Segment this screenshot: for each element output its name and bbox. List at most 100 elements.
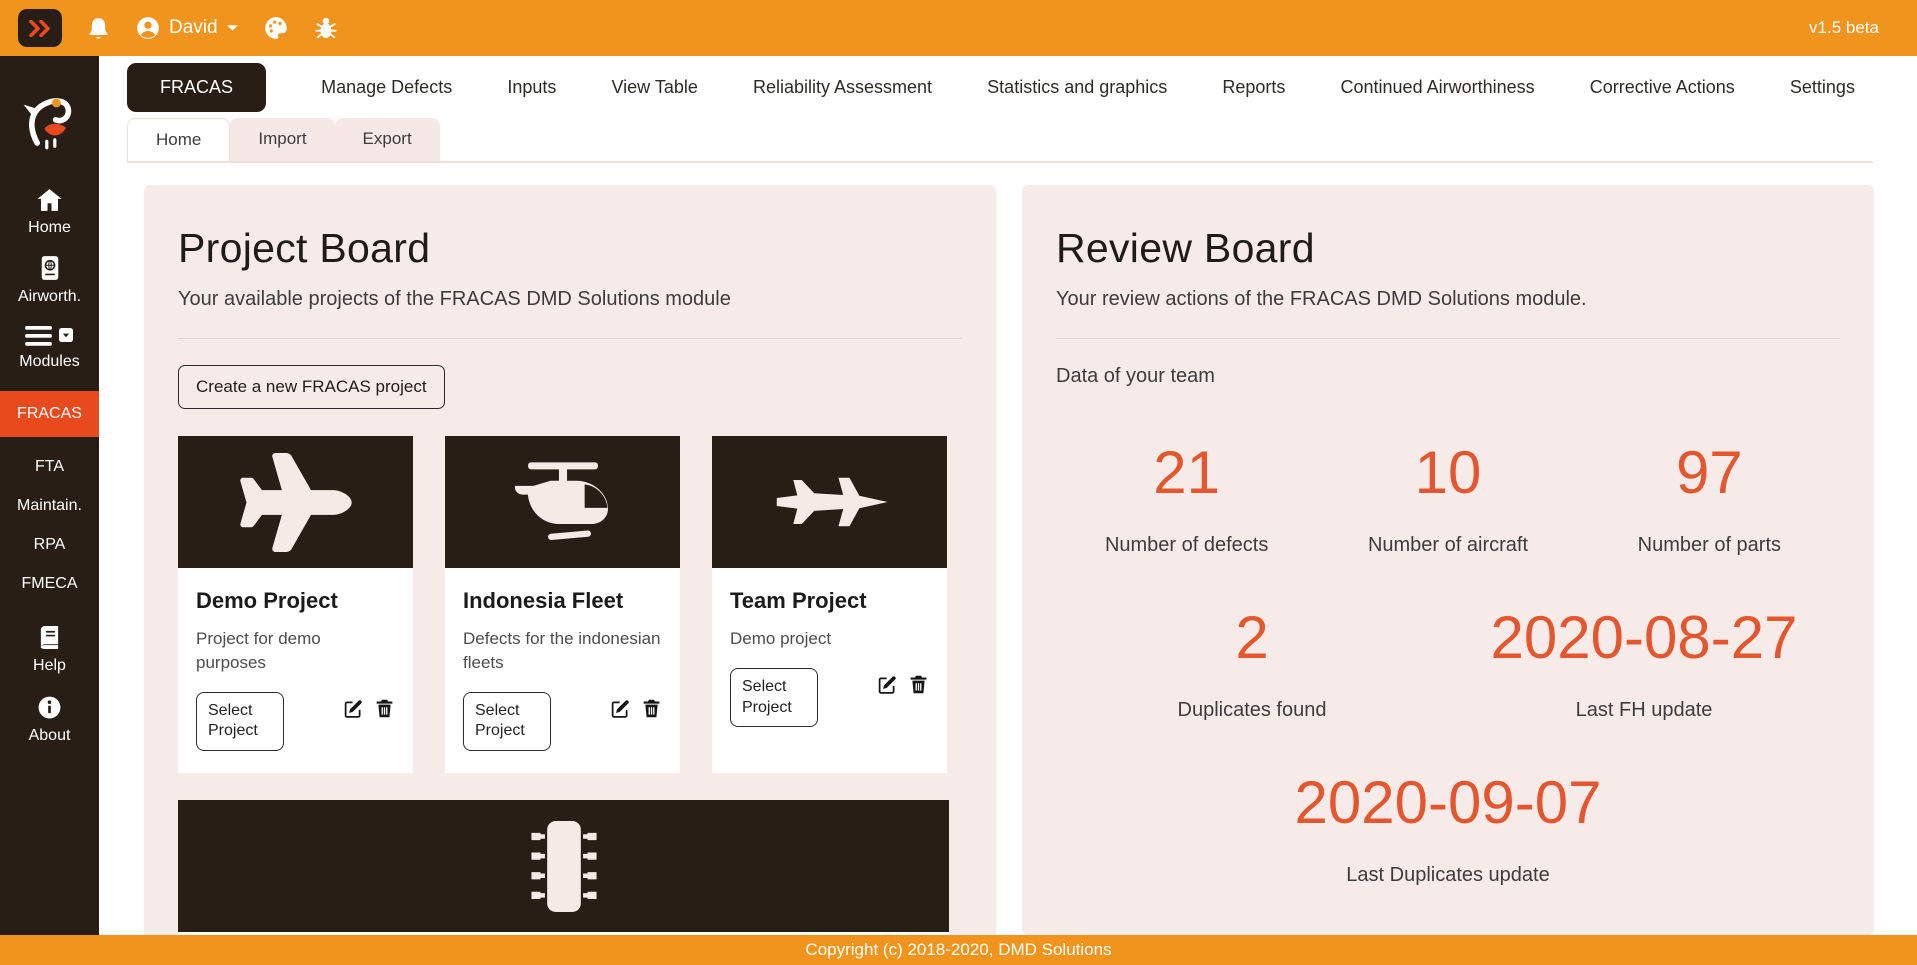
tab-home[interactable]: Home [127, 118, 230, 161]
app-version-label: v1.5 beta [1809, 18, 1879, 38]
project-board-subtitle: Your available projects of the FRACAS DM… [178, 288, 962, 311]
stat-value: 2 [1056, 603, 1448, 672]
stat-label: Last FH update [1448, 699, 1840, 722]
caret-down-icon [226, 24, 239, 33]
sidebar-item-label: Home [28, 219, 71, 237]
sidebar-item-home[interactable]: Home [28, 188, 71, 237]
project-name: Team Project [730, 588, 929, 614]
sidebar-item-rpa[interactable]: RPA [34, 536, 66, 554]
nav-item-inputs[interactable]: Inputs [507, 77, 556, 98]
sidebar-item-modules[interactable]: Modules [19, 326, 79, 371]
sidebar-item-label: About [29, 727, 71, 745]
review-board-subtitle: Your review actions of the FRACAS DMD So… [1056, 288, 1840, 311]
book-icon [38, 625, 61, 650]
notifications-bell-icon[interactable] [86, 16, 111, 41]
nav-item-corrective-actions[interactable]: Corrective Actions [1590, 77, 1735, 98]
project-name: Indonesia Fleet [463, 588, 662, 614]
edit-project-icon[interactable] [610, 698, 631, 719]
nav-item-view-table[interactable]: View Table [611, 77, 697, 98]
project-cards-row: Demo Project Project for demo purposes S… [178, 436, 962, 773]
project-card-demo-project: Demo Project Project for demo purposes S… [178, 436, 413, 773]
sidebar-item-label: Help [33, 657, 66, 675]
stats-row: 2 Duplicates found 2020-08-27 Last FH up… [1056, 603, 1840, 722]
select-project-button[interactable]: Select Project [730, 668, 818, 728]
project-description: Demo project [730, 627, 929, 651]
nav-item-reliability-assessment[interactable]: Reliability Assessment [753, 77, 932, 98]
stat-value: 2020-08-27 [1448, 603, 1840, 672]
double-chevron-right-icon [28, 20, 52, 37]
stat-value: 10 [1317, 438, 1578, 507]
sidebar-item-fta[interactable]: FTA [35, 458, 64, 476]
plane-icon [178, 436, 413, 568]
user-circle-icon [135, 15, 161, 41]
create-project-button[interactable]: Create a new FRACAS project [178, 365, 445, 409]
sidebar-item-maintain[interactable]: Maintain. [17, 497, 82, 515]
module-navbar: FRACAS Manage Defects Inputs View Table … [99, 56, 1917, 114]
main-content: FRACAS Manage Defects Inputs View Table … [99, 56, 1917, 965]
stat-number-of-aircraft: 10 Number of aircraft [1317, 438, 1578, 557]
sidebar-item-fracas[interactable]: FRACAS [0, 391, 99, 437]
review-board-title: Review Board [1056, 225, 1840, 272]
stat-label: Number of defects [1056, 534, 1317, 557]
project-description: Defects for the indonesian fleets [463, 627, 662, 675]
select-project-button[interactable]: Select Project [196, 692, 284, 752]
stat-last-fh-update: 2020-08-27 Last FH update [1448, 603, 1840, 722]
edit-project-icon[interactable] [343, 698, 364, 719]
nav-item-statistics-and-graphics[interactable]: Statistics and graphics [987, 77, 1167, 98]
stat-number-of-defects: 21 Number of defects [1056, 438, 1317, 557]
bug-report-icon[interactable] [313, 15, 339, 41]
sidebar-item-label: Airworth. [18, 288, 81, 306]
stat-label: Number of aircraft [1317, 534, 1578, 557]
stat-last-duplicates-update: 2020-09-07 Last Duplicates update [1056, 768, 1840, 887]
sidebar-item-fmeca[interactable]: FMECA [22, 575, 78, 593]
stat-value: 97 [1579, 438, 1840, 507]
team-data-label: Data of your team [1056, 365, 1840, 388]
nav-item-manage-defects[interactable]: Manage Defects [321, 77, 452, 98]
divider [1056, 338, 1840, 339]
stat-label: Last Duplicates update [1056, 864, 1840, 887]
project-card-team-project: Team Project Demo project Select Project [712, 436, 947, 773]
stats-row: 2020-09-07 Last Duplicates update [1056, 768, 1840, 887]
copyright-text: Copyright (c) 2018-2020, DMD Solutions [805, 940, 1111, 960]
info-circle-icon [37, 695, 62, 720]
subtabs-row: Home Import Export [127, 118, 1873, 163]
project-board-title: Project Board [178, 225, 962, 272]
tab-export[interactable]: Export [335, 118, 440, 161]
stat-value: 2020-09-07 [1056, 768, 1840, 837]
select-project-button[interactable]: Select Project [463, 692, 551, 752]
delete-project-icon[interactable] [374, 698, 395, 719]
nav-item-settings[interactable]: Settings [1790, 77, 1855, 98]
passport-globe-icon [39, 255, 61, 281]
divider [178, 338, 962, 339]
stat-label: Duplicates found [1056, 699, 1448, 722]
nav-item-fracas[interactable]: FRACAS [127, 63, 266, 112]
project-description: Project for demo purposes [196, 627, 395, 675]
helicopter-icon [445, 436, 680, 568]
project-name: Demo Project [196, 588, 395, 614]
tab-import[interactable]: Import [230, 118, 334, 161]
sidebar-item-airworthiness[interactable]: Airworth. [18, 255, 81, 306]
sidebar-item-help[interactable]: Help [33, 625, 66, 675]
sidebar-item-label: Modules [19, 353, 79, 371]
delete-project-icon[interactable] [908, 674, 929, 695]
stat-value: 21 [1056, 438, 1317, 507]
dmd-bird-logo [18, 86, 82, 152]
home-icon [36, 188, 63, 212]
project-board-panel: Project Board Your available projects of… [144, 185, 996, 965]
edit-project-icon[interactable] [877, 674, 898, 695]
theme-palette-icon[interactable] [263, 15, 289, 41]
sidebar-item-about[interactable]: About [29, 695, 71, 745]
sidebar-toggle-button[interactable] [18, 9, 62, 47]
user-name: David [169, 17, 218, 39]
dropdown-box-icon [59, 328, 73, 342]
stat-number-of-parts: 97 Number of parts [1579, 438, 1840, 557]
delete-project-icon[interactable] [641, 698, 662, 719]
project-card-indonesia-fleet: Indonesia Fleet Defects for the indonesi… [445, 436, 680, 773]
sidebar: Home Airworth. Modules FRACAS FTA Mainta… [0, 56, 99, 965]
microchip-icon [178, 800, 949, 932]
nav-item-reports[interactable]: Reports [1222, 77, 1285, 98]
hamburger-menu-icon [25, 326, 52, 346]
nav-item-continued-airworthiness[interactable]: Continued Airworthiness [1341, 77, 1535, 98]
user-menu[interactable]: David [135, 15, 239, 41]
stat-label: Number of parts [1579, 534, 1840, 557]
